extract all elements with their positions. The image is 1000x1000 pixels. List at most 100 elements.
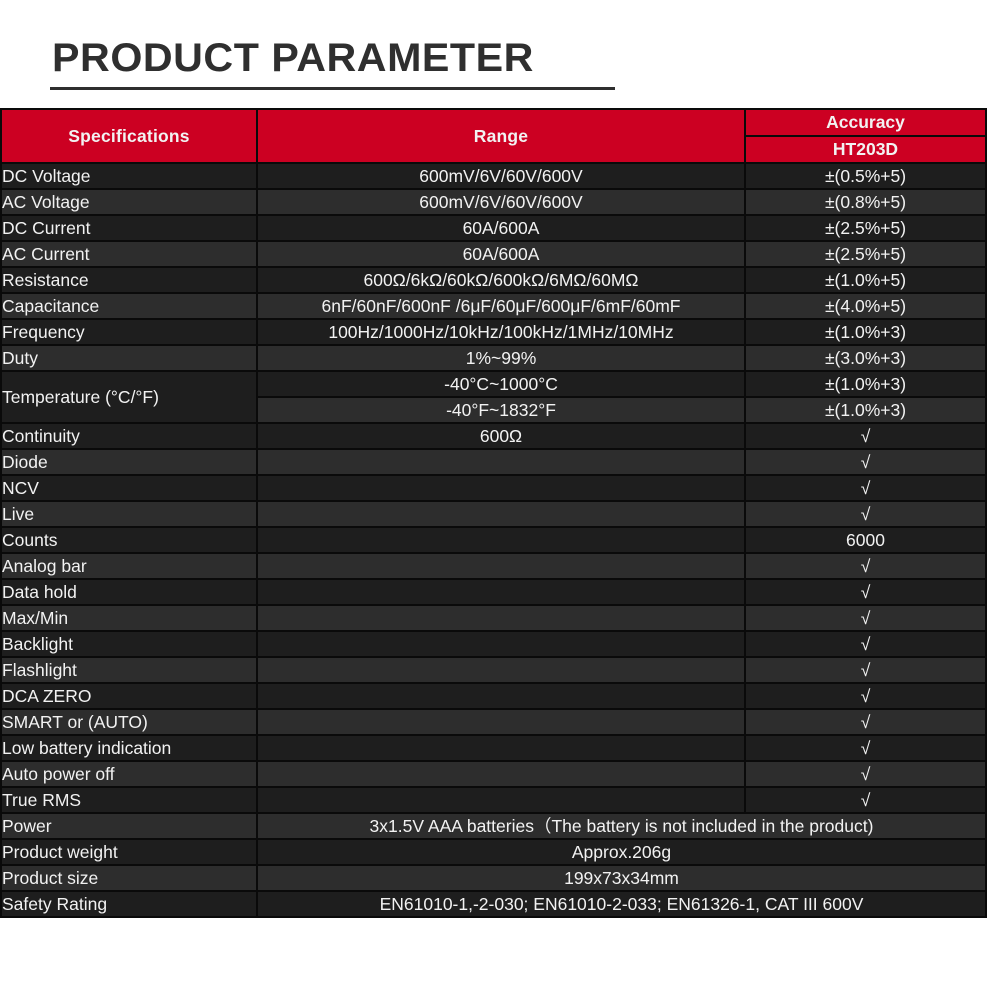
cell-accuracy: √ xyxy=(744,578,987,606)
cell-range: 6nF/60nF/600nF /6μF/60μF/600μF/6mF/60mF xyxy=(256,292,746,320)
cell-range xyxy=(256,786,746,814)
cell-accuracy: √ xyxy=(744,474,987,502)
cell-specification: Continuity xyxy=(0,422,258,450)
cell-specification: AC Voltage xyxy=(0,188,258,216)
cell-specification: True RMS xyxy=(0,786,258,814)
cell-accuracy: √ xyxy=(744,656,987,684)
cell-range: 600mV/6V/60V/600V xyxy=(256,162,746,190)
table-row: Safety Rating EN61010-1,-2-030; EN61010-2… xyxy=(0,890,987,918)
table-row: AC Voltage 600mV/6V/60V/600V ±(0.8%+5) xyxy=(0,188,987,216)
cell-accuracy: ±(1.0%+3) xyxy=(744,318,987,346)
cell-range: 60A/600A xyxy=(256,214,746,242)
cell-specification: Data hold xyxy=(0,578,258,606)
cell-accuracy: ±(0.8%+5) xyxy=(744,188,987,216)
cell-specification: DC Current xyxy=(0,214,258,242)
cell-range xyxy=(256,630,746,658)
cell-specification: Auto power off xyxy=(0,760,258,788)
table-row: DCA ZERO √ xyxy=(0,682,987,710)
cell-specification: Diode xyxy=(0,448,258,476)
table-row: Product weight Approx.206g xyxy=(0,838,987,866)
table-row: Low battery indication √ xyxy=(0,734,987,762)
table-row: Analog bar √ xyxy=(0,552,987,580)
cell-range xyxy=(256,500,746,528)
table-row: AC Current 60A/600A ±(2.5%+5) xyxy=(0,240,987,268)
cell-specification: DC Voltage xyxy=(0,162,258,190)
cell-accuracy: √ xyxy=(744,734,987,762)
cell-accuracy: ±(2.5%+5) xyxy=(744,214,987,242)
spec-table-container: Specifications Range Accuracy HT203D DC … xyxy=(0,108,987,918)
table-row: Power 3x1.5V AAA batteries（The battery is… xyxy=(0,812,987,840)
cell-range xyxy=(256,474,746,502)
table-row: Auto power off √ xyxy=(0,760,987,788)
cell-accuracy: √ xyxy=(744,630,987,658)
cell-accuracy: √ xyxy=(744,500,987,528)
cell-value-merged: EN61010-1,-2-030; EN61010-2-033; EN61326… xyxy=(256,890,987,918)
cell-specification: AC Current xyxy=(0,240,258,268)
cell-accuracy: √ xyxy=(744,708,987,736)
cell-specification: Live xyxy=(0,500,258,528)
table-row: Frequency 100Hz/1000Hz/10kHz/100kHz/1MHz/… xyxy=(0,318,987,346)
cell-specification: Frequency xyxy=(0,318,258,346)
cell-specification: Resistance xyxy=(0,266,258,294)
cell-accuracy: √ xyxy=(744,760,987,788)
table-row: Live √ xyxy=(0,500,987,528)
page-title: PRODUCT PARAMETER xyxy=(52,36,534,80)
title-block: PRODUCT PARAMETER xyxy=(0,0,1000,90)
table-row: Product size 199x73x34mm xyxy=(0,864,987,892)
cell-accuracy: ±(3.0%+3) xyxy=(744,344,987,372)
cell-specification: Max/Min xyxy=(0,604,258,632)
cell-specification: Flashlight xyxy=(0,656,258,684)
cell-range xyxy=(256,682,746,710)
header-row: Specifications Range Accuracy xyxy=(0,108,987,164)
cell-accuracy: ±(0.5%+5) xyxy=(744,162,987,190)
table-row: Resistance 600Ω/6kΩ/60kΩ/600kΩ/6MΩ/60MΩ ±(… xyxy=(0,266,987,294)
table-row: Data hold √ xyxy=(0,578,987,606)
cell-specification: Low battery indication xyxy=(0,734,258,762)
cell-value-merged: 199x73x34mm xyxy=(256,864,987,892)
cell-specification: Counts xyxy=(0,526,258,554)
cell-specification: SMART or (AUTO) xyxy=(0,708,258,736)
table-row: Backlight √ xyxy=(0,630,987,658)
cell-accuracy: √ xyxy=(744,422,987,450)
cell-accuracy: √ xyxy=(744,786,987,814)
table-row: True RMS √ xyxy=(0,786,987,814)
cell-range: 60A/600A xyxy=(256,240,746,268)
cell-range xyxy=(256,734,746,762)
title-underline xyxy=(50,87,615,90)
cell-accuracy: √ xyxy=(744,682,987,710)
cell-accuracy: 6000 xyxy=(744,526,987,554)
cell-specification: Duty xyxy=(0,344,258,372)
cell-specification: Safety Rating xyxy=(0,890,258,918)
table-row: Counts 6000 xyxy=(0,526,987,554)
cell-range xyxy=(256,708,746,736)
header-specifications: Specifications xyxy=(0,108,258,164)
cell-accuracy: ±(2.5%+5) xyxy=(744,240,987,268)
table-row: DC Voltage 600mV/6V/60V/600V ±(0.5%+5) xyxy=(0,162,987,190)
table-header: Specifications Range Accuracy HT203D xyxy=(0,108,987,164)
table-row: NCV √ xyxy=(0,474,987,502)
cell-range: 100Hz/1000Hz/10kHz/100kHz/1MHz/10MHz xyxy=(256,318,746,346)
cell-value-merged: Approx.206g xyxy=(256,838,987,866)
cell-range xyxy=(256,448,746,476)
header-accuracy: Accuracy xyxy=(744,108,987,137)
table-row: DC Current 60A/600A ±(2.5%+5) xyxy=(0,214,987,242)
cell-accuracy: ±(4.0%+5) xyxy=(744,292,987,320)
product-parameter-table: Specifications Range Accuracy HT203D DC … xyxy=(0,108,987,918)
cell-value-merged: 3x1.5V AAA batteries（The battery is not … xyxy=(256,812,987,840)
cell-range: 600Ω/6kΩ/60kΩ/600kΩ/6MΩ/60MΩ xyxy=(256,266,746,294)
table-row: Duty 1%~99% ±(3.0%+3) xyxy=(0,344,987,372)
cell-range xyxy=(256,578,746,606)
cell-range xyxy=(256,604,746,632)
header-model-ht203d: HT203D xyxy=(744,135,987,164)
cell-range: -40°F~1832°F xyxy=(256,396,746,424)
cell-range xyxy=(256,656,746,684)
table-row: Max/Min √ xyxy=(0,604,987,632)
cell-specification: Product size xyxy=(0,864,258,892)
table-row: Capacitance 6nF/60nF/600nF /6μF/60μF/600μ… xyxy=(0,292,987,320)
cell-accuracy: ±(1.0%+3) xyxy=(744,396,987,424)
cell-range: 600Ω xyxy=(256,422,746,450)
cell-accuracy: √ xyxy=(744,552,987,580)
cell-specification-temperature: Temperature (°C/°F) xyxy=(0,370,258,424)
cell-accuracy: ±(1.0%+5) xyxy=(744,266,987,294)
cell-specification: Analog bar xyxy=(0,552,258,580)
